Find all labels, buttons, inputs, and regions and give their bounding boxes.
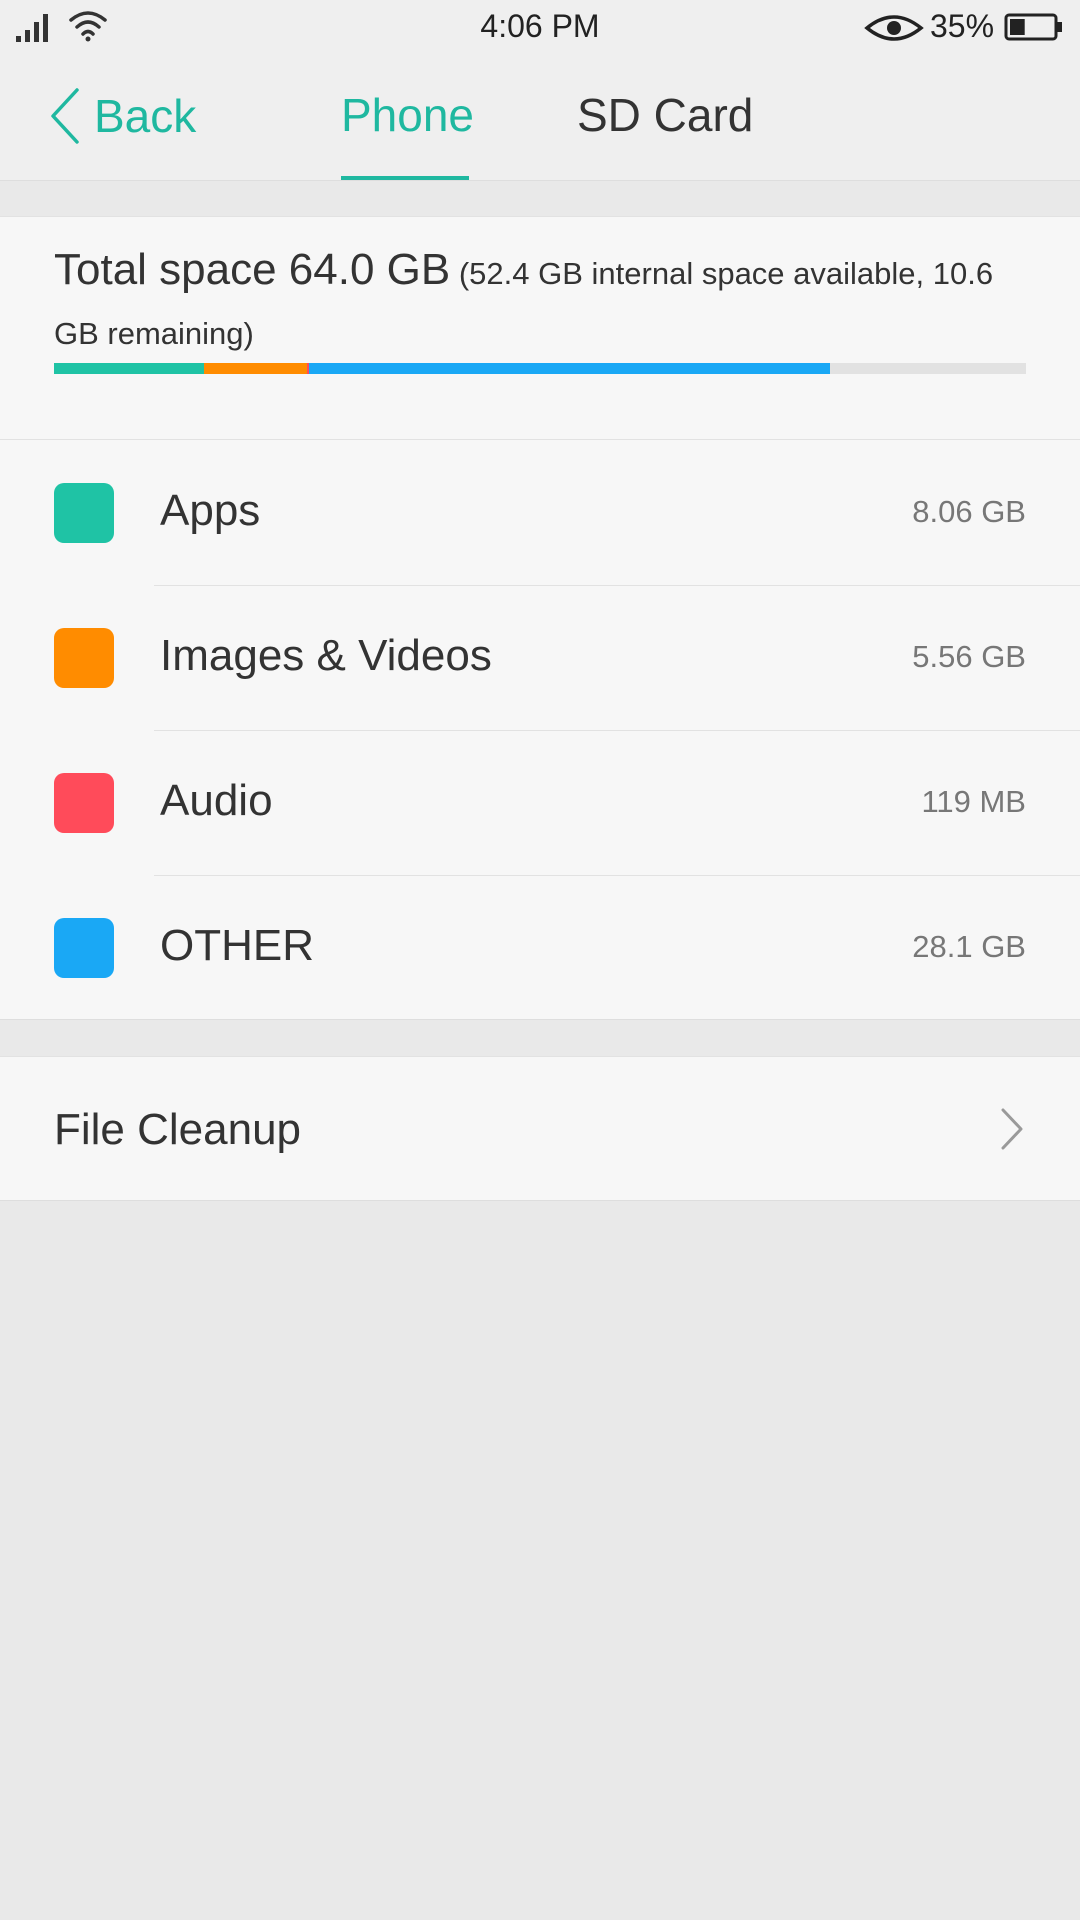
- usage-segment-apps: [54, 363, 204, 374]
- category-row-images-videos[interactable]: Images & Videos 5.56 GB: [0, 585, 1080, 730]
- chevron-right-icon: [1001, 1108, 1023, 1150]
- category-label: OTHER: [160, 921, 314, 970]
- images-videos-color-swatch: [54, 628, 114, 688]
- back-button[interactable]: Back: [50, 86, 196, 146]
- eye-icon: [864, 15, 924, 41]
- category-row-apps[interactable]: Apps 8.06 GB: [0, 440, 1080, 585]
- category-row-audio[interactable]: Audio 119 MB: [0, 730, 1080, 875]
- status-bar: 4:06 PM 35%: [0, 0, 1080, 56]
- battery-icon: [1004, 13, 1062, 41]
- category-size: 28.1 GB: [912, 929, 1026, 964]
- category-size: 119 MB: [921, 784, 1026, 819]
- category-label: Audio: [160, 776, 273, 825]
- battery-percent: 35%: [930, 8, 995, 44]
- usage-segment-other: [308, 363, 830, 374]
- file-cleanup-row[interactable]: File Cleanup: [0, 1056, 1080, 1201]
- category-size: 5.56 GB: [912, 639, 1026, 674]
- storage-summary: Total space 64.0 GB (52.4 GB internal sp…: [0, 216, 1080, 440]
- usage-segment-images-videos: [203, 363, 307, 374]
- category-row-other[interactable]: OTHER 28.1 GB: [0, 875, 1080, 1020]
- total-space-text: Total space 64.0 GB: [54, 245, 451, 294]
- header: Back Phone SD Card: [0, 56, 1080, 181]
- category-label: Images & Videos: [160, 631, 492, 680]
- active-tab-indicator: [341, 176, 469, 180]
- tab-sd-card[interactable]: SD Card: [577, 88, 753, 142]
- file-cleanup-label: File Cleanup: [54, 1105, 302, 1154]
- other-color-swatch: [54, 918, 114, 978]
- chevron-left-icon: [51, 88, 79, 144]
- tab-phone[interactable]: Phone: [341, 88, 474, 142]
- audio-color-swatch: [54, 773, 114, 833]
- category-label: Apps: [160, 486, 261, 535]
- apps-color-swatch: [54, 483, 114, 543]
- storage-summary-text: Total space 64.0 GB (52.4 GB internal sp…: [54, 243, 1034, 367]
- storage-usage-bar: [54, 363, 1026, 374]
- storage-category-list: Apps 8.06 GB Images & Videos 5.56 GB Aud…: [0, 440, 1080, 1020]
- back-label: Back: [94, 90, 197, 142]
- category-size: 8.06 GB: [912, 494, 1026, 529]
